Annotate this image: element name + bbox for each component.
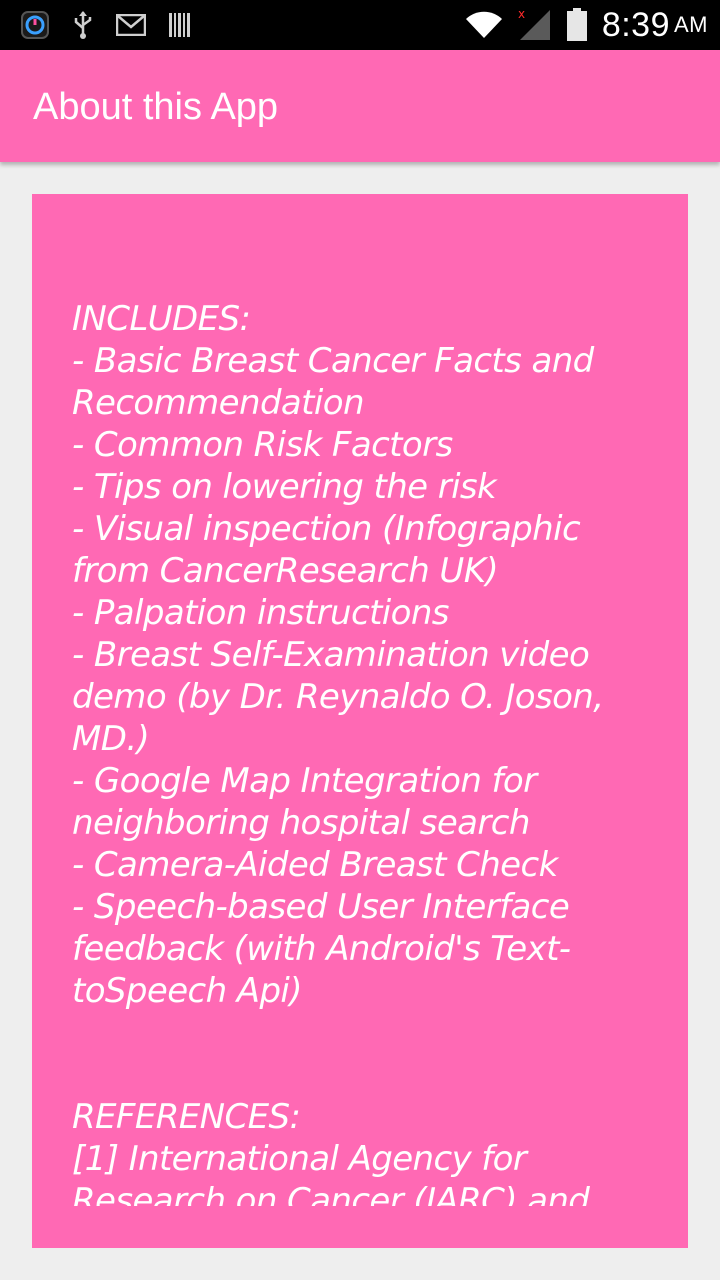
about-text-scroll[interactable]: INCLUDES: - Basic Breast Cancer Facts an… (72, 298, 652, 1206)
includes-item: - Speech-based User Interface feedback (… (72, 887, 571, 1011)
status-clock: 8:39 AM (602, 6, 708, 45)
includes-item: - Common Risk Factors (72, 425, 453, 465)
about-content-card[interactable]: INCLUDES: - Basic Breast Cancer Facts an… (32, 194, 688, 1248)
includes-item: - Visual inspection (Infographic from Ca… (72, 509, 581, 591)
references-heading: REFERENCES: (72, 1097, 301, 1137)
app-bar: About this App (0, 50, 720, 162)
wifi-icon (464, 10, 504, 40)
usb-icon (72, 10, 94, 40)
clock-time: 8:39 (601, 5, 670, 44)
includes-item: - Basic Breast Cancer Facts and Recommen… (72, 341, 594, 423)
app-notification-icon (20, 10, 50, 40)
includes-heading: INCLUDES: (72, 299, 251, 339)
includes-item: - Palpation instructions (72, 593, 450, 633)
clock-ampm: AM (674, 12, 708, 37)
includes-item: - Google Map Integration for neighboring… (72, 761, 537, 843)
references-item: [1] International Agency for Research on… (72, 1139, 590, 1206)
barcode-icon (168, 12, 192, 38)
includes-item: - Breast Self-Examination video demo (by… (72, 635, 604, 759)
gmail-icon (116, 14, 146, 36)
svg-text:x: x (518, 8, 525, 21)
signal-icon: x (518, 8, 552, 42)
battery-icon (566, 8, 588, 42)
page-title: About this App (33, 86, 279, 128)
includes-item: - Camera-Aided Breast Check (72, 845, 558, 885)
status-bar: x 8:39 AM (0, 0, 720, 50)
includes-item: - Tips on lowering the risk (72, 467, 497, 507)
